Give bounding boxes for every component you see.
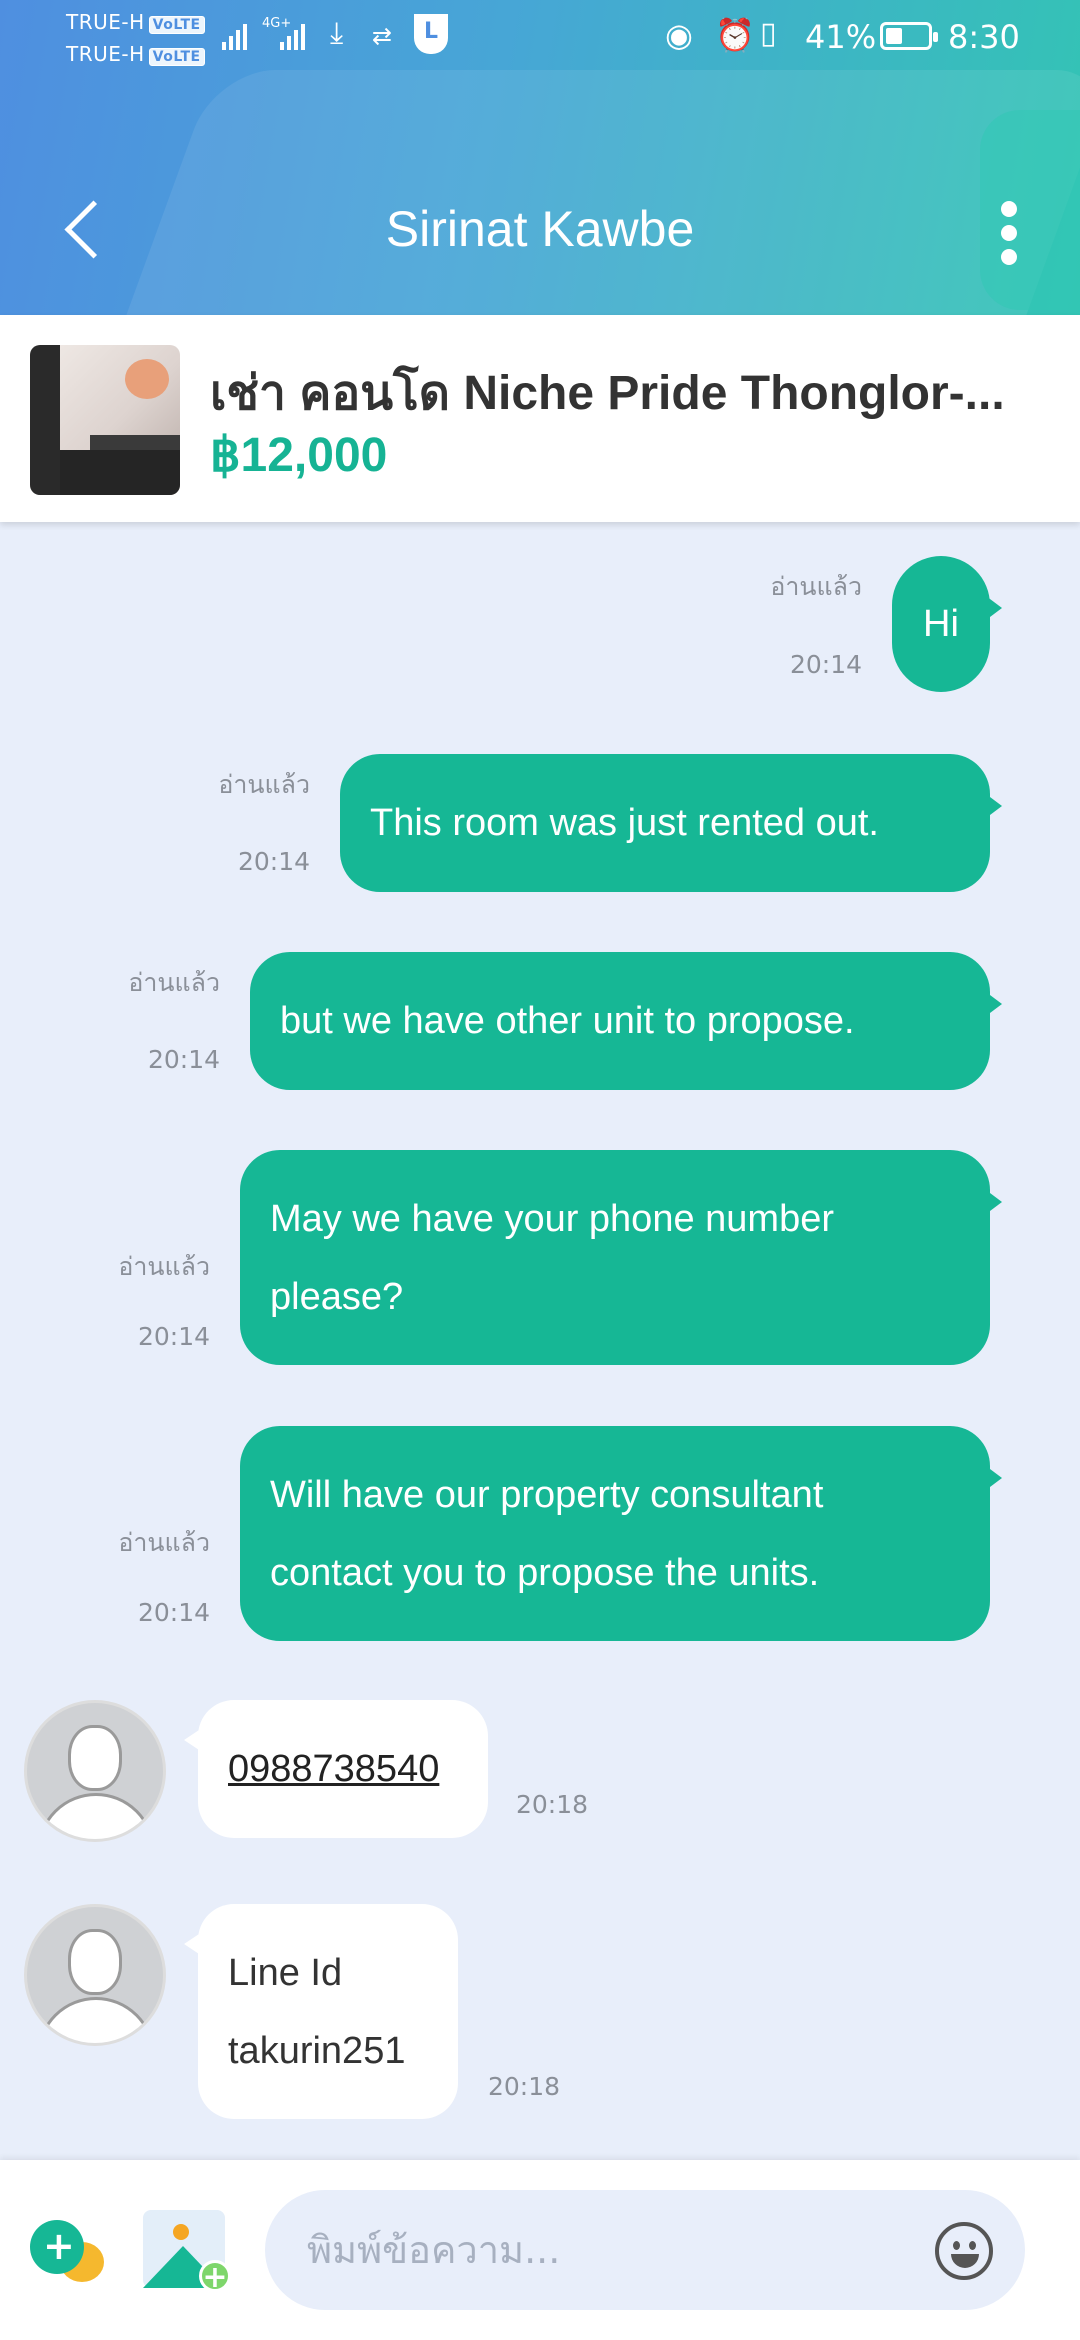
listing-card[interactable]: เช่า คอนโด Niche Pride Thonglor-... ฿12,… [0, 315, 1080, 522]
message-time: 20:18 [516, 1790, 589, 1819]
line-app-icon: L [414, 14, 448, 54]
message-input-bar: + + [0, 2160, 1080, 2340]
read-status: อ่านแล้ว [128, 968, 220, 997]
message-time: 20:14 [137, 1322, 210, 1351]
status-bar: TRUE-H VoLTE TRUE-H VoLTE 4G+ ⤓ ⇄ L ◉ ⏰ ▯ … [0, 0, 1080, 75]
alarm-icon: ⏰ [715, 16, 755, 54]
incoming-message[interactable]: 0988738540 [184, 1700, 488, 1838]
carrier-2: TRUE-H VoLTE [66, 42, 205, 66]
battery-icon [880, 22, 938, 50]
add-image-icon: + [199, 2260, 231, 2293]
signal-icon-2 [280, 20, 305, 50]
message-time: 20:14 [789, 650, 862, 679]
carrier-1: TRUE-H VoLTE [66, 10, 205, 34]
outgoing-message[interactable]: but we have other unit to propose. [250, 952, 1002, 1090]
incoming-message[interactable]: Line Id takurin251 [184, 1904, 458, 2119]
chat-title: Sirinat Kawbe [385, 201, 695, 257]
download-icon: ⤓ [330, 16, 344, 51]
volte-badge: VoLTE [148, 16, 205, 34]
message-time: 20:14 [147, 1045, 220, 1074]
plus-icon: + [43, 2224, 75, 2268]
vibrate-icon: ▯ [760, 16, 777, 51]
signal-icon [222, 20, 247, 50]
listing-thumbnail[interactable] [30, 345, 180, 495]
app-header: TRUE-H VoLTE TRUE-H VoLTE 4G+ ⤓ ⇄ L ◉ ⏰ ▯ … [0, 0, 1080, 315]
battery-percent: 41% [805, 18, 877, 56]
read-status: อ่านแล้ว [118, 1528, 210, 1557]
clock: 8:30 [948, 18, 1020, 56]
sender-avatar[interactable] [24, 1904, 166, 2046]
read-status: อ่านแล้ว [218, 770, 310, 799]
read-status: อ่านแล้ว [118, 1252, 210, 1281]
image-attach-button[interactable]: + [143, 2210, 233, 2295]
listing-title[interactable]: เช่า คอนโด Niche Pride Thonglor-... [210, 355, 1050, 431]
outgoing-message[interactable]: Hi [892, 556, 1002, 692]
header-decoration [84, 70, 1080, 315]
outgoing-message[interactable]: May we have your phone number please? [240, 1150, 1002, 1365]
battery-fill [886, 28, 902, 44]
message-time: 20:14 [237, 847, 310, 876]
more-options-button[interactable] [990, 195, 1030, 270]
outgoing-message[interactable]: This room was just rented out. [340, 754, 1002, 892]
phone-number-link[interactable]: 0988738540 [228, 1748, 439, 1790]
outgoing-message[interactable]: Will have our property consultant contac… [240, 1426, 1002, 1641]
read-status: อ่านแล้ว [770, 572, 862, 601]
sender-avatar[interactable] [24, 1700, 166, 1842]
message-time: 20:14 [137, 1598, 210, 1627]
message-input[interactable] [265, 2190, 1025, 2310]
volte-badge: VoLTE [148, 48, 205, 66]
eye-icon: ◉ [665, 16, 693, 54]
listing-price: ฿12,000 [210, 429, 388, 482]
message-time: 20:18 [488, 2072, 561, 2101]
sync-icon: ⇄ [372, 22, 393, 50]
quick-reply-button[interactable]: + [30, 2220, 105, 2290]
message-list[interactable]: อ่านแล้ว 20:14 Hi อ่านแล้ว 20:14 This ro… [0, 522, 1080, 2162]
emoji-button[interactable] [935, 2222, 993, 2280]
